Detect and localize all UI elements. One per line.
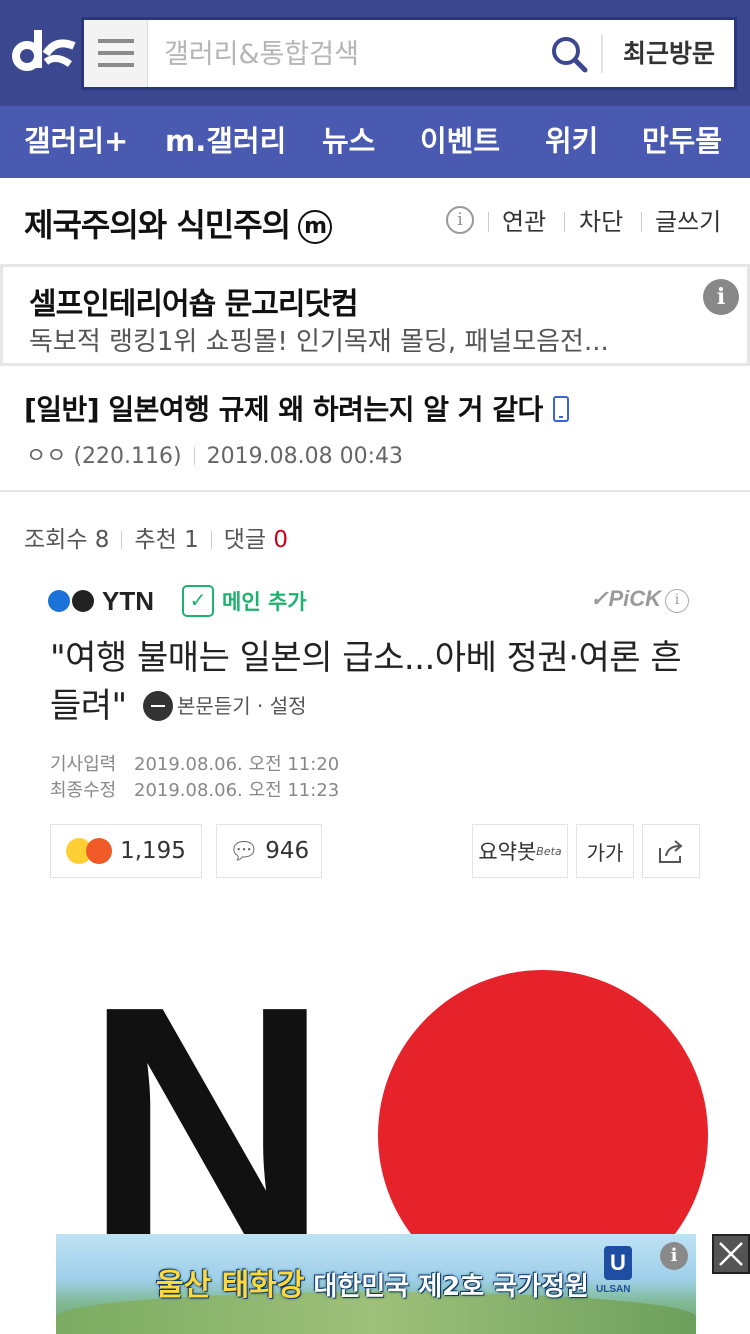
input-date-line: 기사입력 2019.08.06. 오전 11:20 <box>50 750 339 776</box>
recommend-label: 추천 <box>134 527 177 553</box>
divider <box>564 212 565 232</box>
close-icon[interactable] <box>712 1234 750 1274</box>
banner-ad[interactable]: 울산 태화강 대한민국 제2호 국가정원 U ULSAN <box>56 1234 696 1334</box>
reaction-count: 1,195 <box>120 838 186 864</box>
search-bar: 최근방문 <box>81 17 737 90</box>
check-icon: ✓ <box>590 586 609 611</box>
pick-badge: ✓PiCK i <box>590 586 689 613</box>
listen-label: 본문듣기 · 설정 <box>143 691 307 721</box>
modified-date-line: 최종수정 2019.08.06. 오전 11:23 <box>50 776 339 802</box>
search-input[interactable] <box>164 32 544 76</box>
post-stats: 조회수 8 추천 1 댓글 0 <box>24 520 288 554</box>
menu-button[interactable] <box>84 20 148 87</box>
menu-bar-icon <box>98 63 134 67</box>
post-title-text: [일반] 일본여행 규제 왜 하려는지 알 거 같다 <box>24 393 543 426</box>
pick-label: PiCK <box>608 586 661 611</box>
post-image: YTN ✓ 메인 추가 ✓PiCK i "여행 불매는 일본의 급소...아베 정… <box>24 566 726 1300</box>
block-button[interactable]: 차단 <box>579 204 623 240</box>
modified-date: 2019.08.06. 오전 11:23 <box>134 780 340 801</box>
divider <box>193 447 195 465</box>
nav-item-m-gallery[interactable]: m.갤러리 <box>165 106 286 178</box>
views-label: 조회수 <box>24 527 88 553</box>
summary-bot-box: 요약봇 Beta <box>472 824 568 878</box>
main-nav: 갤러리+ m.갤러리 뉴스 이벤트 위키 만두몰 <box>0 106 750 178</box>
comment-bubble-icon: 💬︎ <box>228 837 260 865</box>
divider <box>121 531 123 549</box>
post-meta: ㅇㅇ (220.116) 2019.08.08 00:43 <box>26 438 403 470</box>
gallery-title[interactable]: 제국주의와 식민주의 m <box>24 200 333 246</box>
comments-count[interactable]: 0 <box>273 527 288 553</box>
input-date: 2019.08.06. 오전 11:20 <box>134 754 340 775</box>
font-size-box: 가가 <box>576 824 634 878</box>
main-add: ✓ 메인 추가 <box>182 584 307 618</box>
info-icon: i <box>665 589 689 613</box>
comment-box: 💬︎ 946 <box>216 824 322 878</box>
nav-item-gallery-plus[interactable]: 갤러리+ <box>24 106 128 178</box>
menu-bar-icon <box>98 39 134 43</box>
info-icon[interactable]: i <box>446 206 474 234</box>
search-divider <box>601 35 603 73</box>
ytn-dot-icon <box>72 590 94 612</box>
write-button[interactable]: 글쓰기 <box>655 204 721 240</box>
input-date-label: 기사입력 <box>50 754 117 775</box>
dc-logo-icon[interactable] <box>10 24 76 80</box>
divider <box>0 490 750 492</box>
banner-highlight: 울산 태화강 <box>156 1268 305 1303</box>
font-size-label: 가가 <box>586 840 624 865</box>
nav-item-wiki[interactable]: 위키 <box>545 106 598 178</box>
ulsan-logo-icon: U <box>604 1246 632 1280</box>
main-add-label: 메인 추가 <box>222 590 307 614</box>
article-headline: "여행 불매는 일본의 급소...아베 정권·여론 흔들려" 본문듣기 · 설정 <box>50 634 700 730</box>
text-ad[interactable]: 셀프인테리어숍 문고리닷컴 독보적 랭킹1위 쇼핑몰! 인기목재 몰딩, 패널모… <box>0 264 750 366</box>
banner-message: 대한민국 제2호 국가정원 <box>313 1272 589 1302</box>
nav-item-event[interactable]: 이벤트 <box>420 106 500 178</box>
ytn-logo: YTN <box>48 586 154 616</box>
banner-info-icon[interactable]: i <box>660 1242 688 1270</box>
menu-bar-icon <box>98 51 134 55</box>
divider <box>641 212 642 232</box>
ytn-dot-icon <box>48 590 70 612</box>
recent-visits-button[interactable]: 최근방문 <box>611 35 727 73</box>
beta-label: Beta <box>536 844 562 858</box>
audio-icon <box>143 691 174 721</box>
divider <box>488 212 489 232</box>
ulsan-logo-text: ULSAN <box>596 1284 631 1295</box>
article-comment-count: 946 <box>265 838 310 864</box>
top-bar: 최근방문 <box>0 0 750 106</box>
ad-info-icon[interactable]: i <box>703 279 739 315</box>
check-icon: ✓ <box>182 585 214 617</box>
share-box <box>642 824 700 878</box>
related-button[interactable]: 연관 <box>502 204 546 240</box>
minor-gallery-badge: m <box>298 210 333 244</box>
no-image-letter: N <box>84 936 330 1316</box>
listen-text: 본문듣기 · 설정 <box>177 694 307 718</box>
ad-description: 독보적 랭킹1위 쇼핑몰! 인기목재 몰딩, 패널모음전... <box>29 327 609 357</box>
nav-item-mandu-mall[interactable]: 만두몰 <box>642 106 722 178</box>
ad-title: 셀프인테리어숍 문고리닷컴 <box>29 287 359 322</box>
views-count: 8 <box>94 527 110 553</box>
post-author[interactable]: ㅇㅇ (220.116) <box>26 444 182 469</box>
banner-text: 울산 태화강 대한민국 제2호 국가정원 <box>156 1260 589 1304</box>
share-icon <box>659 840 683 863</box>
post-date: 2019.08.08 00:43 <box>206 444 403 469</box>
comments-label: 댓글 <box>223 527 267 553</box>
search-icon[interactable] <box>549 34 589 74</box>
modified-date-label: 최종수정 <box>50 780 117 801</box>
recommend-count: 1 <box>184 527 199 553</box>
divider <box>210 531 212 549</box>
summary-bot-label: 요약봇 <box>478 840 537 864</box>
post-title: [일반] 일본여행 규제 왜 하려는지 알 거 같다 <box>24 388 569 428</box>
nav-item-news[interactable]: 뉴스 <box>322 106 375 178</box>
mobile-icon <box>552 396 569 422</box>
news-source: YTN <box>102 585 154 616</box>
angry-emoji-icon <box>86 838 113 864</box>
gallery-title-text: 제국주의와 식민주의 <box>24 206 291 244</box>
reaction-box: 1,195 <box>50 824 202 878</box>
